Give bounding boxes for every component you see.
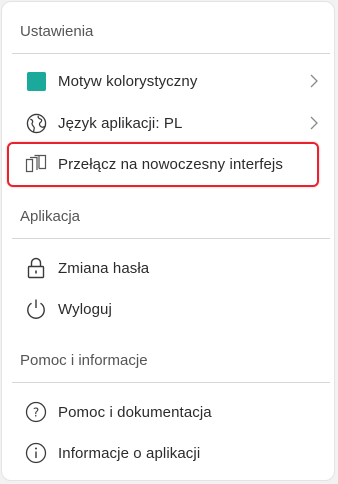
menu-item-app-language[interactable]: Język aplikacji: PL xyxy=(12,103,330,143)
color-swatch-icon xyxy=(25,70,47,92)
menu-item-label: Wyloguj xyxy=(58,300,112,318)
menu-item-logout[interactable]: Wyloguj xyxy=(12,289,330,329)
section-header-application: Aplikacja xyxy=(20,208,81,225)
chevron-right-icon xyxy=(310,116,318,130)
question-circle-icon: ? xyxy=(25,401,47,423)
menu-item-label: Pomoc i dokumentacja xyxy=(58,403,212,421)
menu-item-label: Informacje o aplikacji xyxy=(58,444,201,462)
section-header-help: Pomoc i informacje xyxy=(20,352,148,369)
menu-item-switch-modern-interface[interactable]: Przełącz na nowoczesny interfejs xyxy=(12,144,330,184)
switch-interface-icon xyxy=(25,153,47,175)
power-icon xyxy=(25,298,47,320)
chevron-right-icon xyxy=(310,74,318,88)
menu-item-label: Język aplikacji: PL xyxy=(58,114,183,132)
divider xyxy=(12,53,330,54)
divider xyxy=(12,238,330,239)
menu-item-label: Motyw kolorystyczny xyxy=(58,72,198,90)
info-circle-icon xyxy=(25,442,47,464)
svg-text:?: ? xyxy=(33,406,39,420)
menu-item-label: Przełącz na nowoczesny interfejs xyxy=(58,155,283,173)
menu-item-color-theme[interactable]: Motyw kolorystyczny xyxy=(12,61,330,101)
menu-item-label: Zmiana hasła xyxy=(58,259,150,277)
globe-icon xyxy=(25,112,47,134)
menu-item-help-docs[interactable]: ? Pomoc i dokumentacja xyxy=(12,392,330,432)
lock-icon xyxy=(25,257,47,279)
menu-item-change-password[interactable]: Zmiana hasła xyxy=(12,248,330,288)
menu-item-app-info[interactable]: Informacje o aplikacji xyxy=(12,433,330,473)
section-header-settings: Ustawienia xyxy=(20,23,94,40)
settings-menu-panel: Ustawienia Motyw kolorystyczny Język apl… xyxy=(1,1,335,481)
divider xyxy=(12,382,330,383)
